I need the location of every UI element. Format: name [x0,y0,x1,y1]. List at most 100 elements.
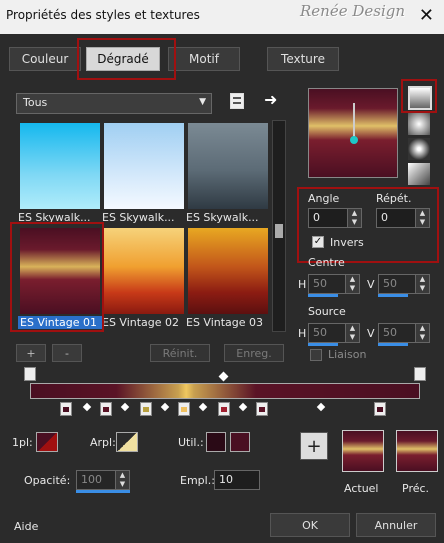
centre-v-label: V [367,278,375,291]
spin-arrows-icon[interactable]: ▲ ▼ [415,324,429,342]
remove-gradient-button[interactable]: - [52,344,82,362]
user-color-2[interactable] [230,432,250,452]
centre-h-value: 50 [313,277,327,290]
source-v-slider[interactable] [378,343,408,346]
linear-style-icon[interactable] [408,86,432,110]
spin-arrows-icon[interactable]: ▲ ▼ [415,275,429,293]
opacity-input[interactable]: 100 ▲ ▼ [76,470,130,490]
radial-style-icon[interactable] [408,138,430,160]
angle-line [353,103,355,139]
background-stop-icon[interactable] [414,367,426,381]
color-stop[interactable] [60,402,72,416]
opacity-slider[interactable] [76,490,130,493]
centre-v-value: 50 [383,277,397,290]
gradient-swatch [104,228,184,314]
tab-texture[interactable]: Texture [267,47,339,71]
color-stop[interactable] [178,402,190,416]
source-h-label: H [298,327,307,340]
source-h-value: 50 [313,326,327,339]
help-link[interactable]: Aide [14,520,38,533]
add-gradient-button[interactable]: + [16,344,46,362]
rectangular-style-icon[interactable] [408,113,430,135]
source-h-slider[interactable] [308,343,338,346]
angle-label: Angle [308,192,340,205]
ok-button[interactable]: OK [270,513,350,537]
library-icon[interactable] [230,93,244,109]
midpoint-marker[interactable] [316,402,326,412]
spin-arrows-icon[interactable]: ▲ ▼ [345,275,359,293]
arrow-right-icon[interactable]: ➜ [264,90,277,109]
previous-label: Préc. [402,482,430,495]
current-label: Actuel [344,482,379,495]
source-v-value: 50 [383,326,397,339]
spin-arrows-icon[interactable]: ▲ ▼ [345,324,359,342]
gradient-label: ES Skywalk... [102,211,175,224]
source-label: Source [308,305,346,318]
spin-arrows-icon[interactable]: ▲ ▼ [115,471,129,489]
gradient-swatch [20,228,100,314]
angle-input[interactable]: 0 ▲ ▼ [308,208,362,228]
tab-couleur[interactable]: Couleur [9,47,81,71]
color-stop[interactable] [256,402,268,416]
tab-motif[interactable]: Motif [168,47,240,71]
user-color-1[interactable] [206,432,226,452]
centre-h-input[interactable]: 50 ▲ ▼ [308,274,360,294]
gradient-item[interactable]: ES Vintage 03 [186,228,268,329]
close-icon[interactable]: ✕ [419,5,434,26]
source-v-label: V [367,327,375,340]
source-h-input[interactable]: 50 ▲ ▼ [308,323,360,343]
gradient-swatch [104,123,184,209]
pl-label: 1pl: [12,436,33,449]
midpoint-marker[interactable] [160,402,170,412]
foreground-swatch[interactable] [36,432,58,452]
gradient-bar[interactable] [30,383,420,399]
gradient-label: ES Skywalk... [186,211,259,224]
centre-label: Centre [308,256,345,269]
link-checkbox[interactable] [310,349,322,361]
midpoint-marker[interactable] [198,402,208,412]
repeat-input[interactable]: 0 ▲ ▼ [376,208,430,228]
center-handle[interactable] [350,136,358,144]
gradient-preview[interactable] [308,88,398,178]
gradient-swatch [188,123,268,209]
spin-arrows-icon[interactable]: ▲ ▼ [415,209,429,227]
empl-input[interactable]: 10 [214,470,260,490]
gradient-item[interactable]: ES Skywalk... [18,123,100,224]
add-swatch-button[interactable]: + [300,432,328,460]
category-value: Tous [23,96,48,109]
spin-arrows-icon[interactable]: ▲ ▼ [347,209,361,227]
gradient-item[interactable]: ES Skywalk... [102,123,184,224]
color-stop[interactable] [100,402,112,416]
gradient-item[interactable]: ES Vintage 02 [102,228,184,329]
midpoint-marker[interactable] [82,402,92,412]
color-stop[interactable] [140,402,152,416]
midpoint-marker[interactable] [238,402,248,412]
midpoint-marker[interactable] [120,402,130,412]
save-button[interactable]: Enreg. [224,344,284,362]
foreground-stop-icon[interactable] [24,367,36,381]
color-stop[interactable] [374,402,386,416]
cancel-button[interactable]: Annuler [356,513,436,537]
invert-label: Invers [330,236,364,249]
gradient-scrollbar[interactable] [272,120,286,332]
sunburst-style-icon[interactable] [408,163,430,185]
repeat-value: 0 [381,211,388,224]
empl-label: Empl.: [180,474,215,487]
previous-preview[interactable] [396,430,438,472]
reset-button[interactable]: Réinit. [150,344,210,362]
background-swatch[interactable] [116,432,138,452]
midpoint-marker[interactable] [218,371,229,382]
category-select[interactable]: Tous ▼ [16,93,212,114]
tab-degrade[interactable]: Dégradé [86,47,160,71]
centre-h-slider[interactable] [308,294,338,297]
source-v-input[interactable]: 50 ▲ ▼ [378,323,430,343]
gradient-item[interactable]: ES Skywalk... [186,123,268,224]
color-stop[interactable] [218,402,230,416]
centre-v-input[interactable]: 50 ▲ ▼ [378,274,430,294]
current-preview[interactable] [342,430,384,472]
scroll-thumb[interactable] [275,224,283,238]
watermark-logo: Renée Design [300,2,406,20]
invert-checkbox[interactable]: ✓ [312,236,324,248]
gradient-item[interactable]: ES Vintage 01 [18,228,104,329]
centre-v-slider[interactable] [378,294,408,297]
